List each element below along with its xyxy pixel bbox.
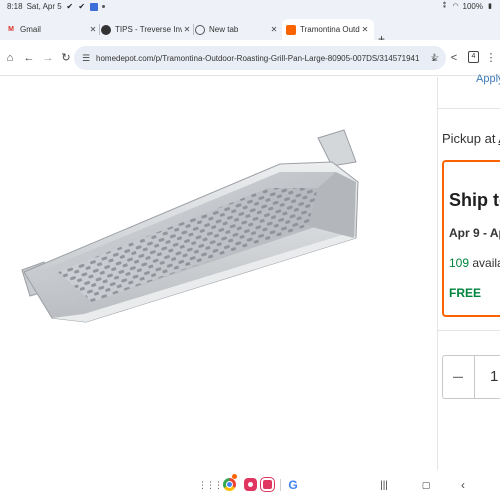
stock-text: availab	[472, 256, 500, 270]
app-drawer-icon[interactable]: ⋮⋮⋮	[198, 478, 223, 492]
quantity-value[interactable]: 1	[490, 368, 498, 385]
wifi-icon: ◠	[452, 2, 459, 10]
check-icon: ✔	[66, 1, 74, 11]
address-bar[interactable]: ☰ homedepot.com/p/Tramontina-Outdoor-Roa…	[74, 46, 446, 70]
dock-divider	[280, 479, 281, 491]
back-icon[interactable]: ‹	[457, 478, 469, 492]
close-icon[interactable]: ✕	[360, 25, 370, 34]
home-depot-icon	[286, 24, 296, 35]
tab-tips[interactable]: TIPS - Treverse Inventory ✕	[101, 19, 192, 40]
tab-title: TIPS - Treverse Inventory	[115, 25, 182, 34]
shipping-cost: FREE	[449, 286, 482, 300]
home-icon[interactable]: ⌂	[3, 51, 17, 65]
recents-icon[interactable]: |||	[378, 478, 390, 492]
url-text[interactable]: homedepot.com/p/Tramontina-Outdoor-Roast…	[96, 54, 428, 63]
vibrate-icon: ⁑	[442, 2, 447, 10]
pickup-label: Pickup at An	[442, 131, 500, 146]
notification-app-icon	[89, 2, 98, 11]
share-icon[interactable]: <	[447, 51, 461, 65]
tab-switcher-button[interactable]: 4	[468, 51, 479, 63]
video-app-icon[interactable]	[260, 477, 275, 492]
battery-icon: ▮	[488, 2, 492, 10]
stock-count: 109	[449, 256, 470, 270]
reload-icon[interactable]: ↻	[59, 51, 73, 65]
battery-percent: 100%	[462, 2, 483, 11]
check-icon: ✔	[78, 1, 86, 11]
site-settings-icon[interactable]: ☰	[80, 53, 92, 64]
tab-divider	[99, 24, 100, 35]
tips-icon	[101, 24, 111, 35]
more-notifications-icon	[101, 5, 105, 8]
tab-new-tab[interactable]: New tab ✕	[195, 19, 279, 40]
gmail-icon: M	[8, 26, 14, 33]
ship-availability: 109 availab	[449, 256, 500, 270]
status-time: 8:18	[7, 2, 23, 11]
divider	[437, 330, 500, 331]
ship-title: Ship to	[449, 190, 500, 210]
home-button-icon[interactable]: ▢	[420, 478, 432, 492]
status-bar: 8:18 Sat, Apr 5 ✔ ✔ ⁑ ◠ 100% ▮	[0, 0, 500, 14]
pickup-text: Pickup at	[442, 131, 496, 146]
forward-arrow-icon[interactable]: →	[41, 51, 55, 65]
divider	[437, 108, 500, 109]
quantity-decrease-button[interactable]: –	[449, 364, 467, 388]
globe-icon	[195, 24, 205, 35]
close-icon[interactable]: ✕	[182, 25, 192, 34]
tab-title: New tab	[209, 25, 239, 34]
tab-title: Tramontina Outdoor Roa	[300, 25, 360, 34]
stepper-divider	[474, 355, 475, 399]
gallery-app-icon[interactable]	[244, 478, 257, 491]
close-icon[interactable]: ✕	[269, 25, 279, 34]
navigation-bar: ⋮⋮⋮ G ||| ▢ ‹	[0, 470, 500, 500]
close-icon[interactable]: ✕	[88, 25, 98, 34]
apply-link[interactable]: Apply	[476, 73, 500, 85]
tab-gmail[interactable]: M Gmail ✕	[6, 19, 98, 40]
tab-tramontina[interactable]: Tramontina Outdoor Roa ✕	[282, 19, 374, 40]
tab-divider	[193, 24, 194, 35]
ship-dates: Apr 9 - Ap	[449, 226, 500, 240]
status-date: Sat, Apr 5	[26, 2, 62, 11]
notification-badge	[232, 474, 237, 479]
back-arrow-icon[interactable]: ←	[22, 51, 36, 65]
google-app-icon[interactable]: G	[286, 478, 300, 492]
tab-title: Gmail	[20, 25, 41, 34]
tab-strip: M Gmail ✕ TIPS - Treverse Inventory ✕ Ne…	[0, 14, 500, 46]
menu-icon[interactable]: ⋮	[484, 51, 498, 65]
browser-toolbar: ⌂ ← → ↻ ☰ homedepot.com/p/Tramontina-Out…	[0, 40, 500, 76]
download-icon[interactable]: ⤓	[427, 51, 441, 65]
chrome-app-icon[interactable]	[223, 478, 236, 491]
product-image[interactable]	[18, 122, 398, 327]
